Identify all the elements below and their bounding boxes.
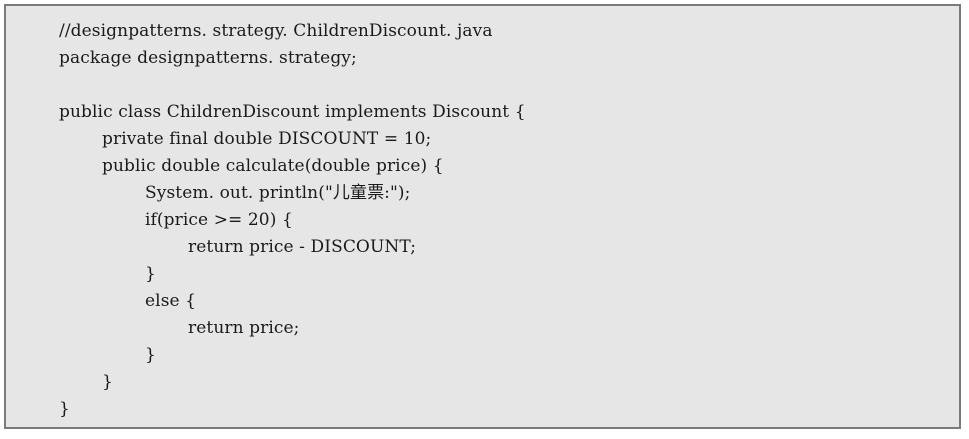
- code-line: if(price >= 20) {: [145, 210, 293, 230]
- code-line: public class ChildrenDiscount implements…: [59, 102, 526, 122]
- code-line: private final double DISCOUNT = 10;: [102, 129, 432, 149]
- code-line: }: [102, 372, 113, 392]
- code-listing-box: //designpatterns. strategy. ChildrenDisc…: [4, 4, 961, 429]
- code-line: else {: [145, 291, 197, 311]
- code-line: }: [145, 264, 156, 284]
- code-line: }: [145, 345, 156, 365]
- code-line: }: [59, 399, 70, 419]
- code-line: public double calculate(double price) {: [102, 156, 444, 176]
- code-line: return price;: [188, 318, 300, 338]
- code-line: //designpatterns. strategy. ChildrenDisc…: [59, 21, 493, 41]
- code-lines: //designpatterns. strategy. ChildrenDisc…: [6, 18, 526, 423]
- code-line: System. out. println("儿童票:");: [145, 183, 411, 203]
- code-line: package designpatterns. strategy;: [59, 48, 357, 68]
- code-line: return price - DISCOUNT;: [188, 237, 417, 257]
